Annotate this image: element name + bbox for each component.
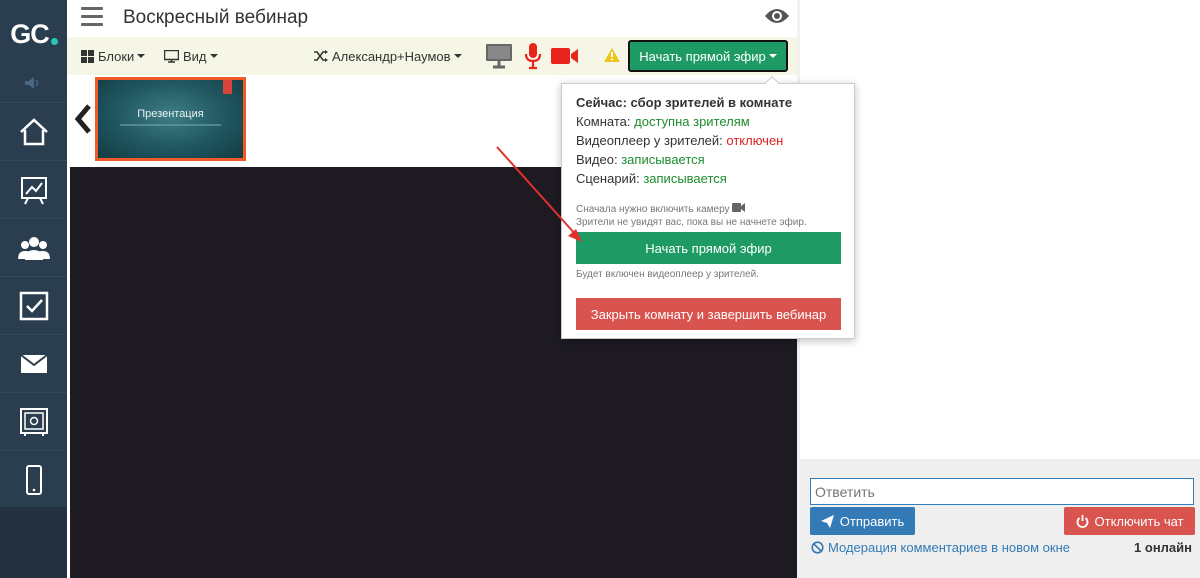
sidebar-item-safe[interactable] xyxy=(0,392,67,450)
slide-thumbnail[interactable]: Презентация xyxy=(95,77,246,161)
page-title: Воскресный вебинар xyxy=(123,7,309,28)
video-status-row: Видео: записывается xyxy=(576,152,705,167)
power-icon xyxy=(1076,514,1088,528)
header: Воскресный вебинар xyxy=(67,0,800,37)
warning-icon[interactable] xyxy=(603,47,621,63)
script-value: записывается xyxy=(643,171,727,186)
eye-icon[interactable] xyxy=(764,6,790,26)
chevron-down-icon xyxy=(137,54,146,58)
user-label: Александр+Наумов xyxy=(332,48,451,64)
sidebar-item-mobile[interactable] xyxy=(0,450,67,508)
logo-dot xyxy=(50,37,58,45)
camera-note-text: Сначала нужно включить камеру xyxy=(576,204,730,215)
users-icon xyxy=(17,236,50,260)
chart-icon xyxy=(20,176,47,204)
send-button[interactable]: Отправить xyxy=(810,507,915,535)
view-label: Вид xyxy=(183,48,207,64)
camera-icon[interactable] xyxy=(550,46,579,66)
sidebar-item-statistics[interactable] xyxy=(0,160,67,218)
ban-icon xyxy=(811,541,824,554)
player-value: отключен xyxy=(726,133,784,148)
reply-input[interactable] xyxy=(810,478,1194,505)
chevron-down-icon xyxy=(453,54,462,58)
chat-panel: Отправить Отключить чат Модерация коммен… xyxy=(800,0,1200,578)
screen-share-icon[interactable] xyxy=(485,43,513,69)
user-dropdown[interactable]: Александр+Наумов xyxy=(314,45,462,67)
moderation-link[interactable]: Модерация комментариев в новом окне xyxy=(811,540,1070,555)
player-status-row: Видеоплеер у зрителей: отключен xyxy=(576,133,783,148)
monitor-icon xyxy=(164,49,179,63)
script-status-row: Сценарий: записывается xyxy=(576,171,727,186)
home-icon xyxy=(19,117,48,145)
moderation-link-label: Модерация комментариев в новом окне xyxy=(828,540,1070,555)
go-live-dropdown-button[interactable]: Начать прямой эфир xyxy=(628,40,788,72)
room-label: Комната: xyxy=(576,114,631,129)
send-label: Отправить xyxy=(839,513,905,529)
room-status-row: Комната: доступна зрителям xyxy=(576,114,750,129)
sidebar: GC xyxy=(0,0,67,578)
player-note: Будет включен видеоплеер у зрителей. xyxy=(576,269,759,280)
video-camera-icon xyxy=(732,203,746,212)
close-room-button[interactable]: Закрыть комнату и завершить вебинар xyxy=(576,298,841,330)
video-value: записывается xyxy=(621,152,705,167)
slide-bookmark xyxy=(223,80,232,94)
sidebar-item-users[interactable] xyxy=(0,218,67,276)
go-live-label: Начать прямой эфир xyxy=(639,48,766,64)
speaker-icon[interactable] xyxy=(24,76,42,90)
shuffle-icon xyxy=(314,50,328,62)
sidebar-item-home[interactable] xyxy=(0,102,67,160)
safe-icon xyxy=(19,407,48,436)
go-live-popup: Сейчас: сбор зрителей в комнате Комната:… xyxy=(561,75,855,339)
mobile-icon xyxy=(25,464,42,495)
chevron-down-icon xyxy=(209,54,218,58)
checkbox-icon xyxy=(19,291,48,320)
player-label: Видеоплеер у зрителей: xyxy=(576,133,723,148)
disable-chat-label: Отключить чат xyxy=(1094,513,1184,529)
sidebar-item-messages[interactable] xyxy=(0,334,67,392)
chat-controls: Отправить Отключить чат Модерация коммен… xyxy=(800,459,1200,578)
send-icon xyxy=(820,514,834,528)
sidebar-footer xyxy=(0,507,67,578)
logo-text: GC xyxy=(10,18,49,49)
disable-chat-button[interactable]: Отключить чат xyxy=(1064,507,1195,535)
microphone-icon[interactable] xyxy=(524,42,542,70)
blocks-label: Блоки xyxy=(98,48,135,64)
camera-note: Сначала нужно включить камеру xyxy=(576,203,746,215)
online-count: 1 онлайн xyxy=(1134,540,1192,555)
view-dropdown[interactable]: Вид xyxy=(164,45,218,67)
toolbar: Блоки Вид Александр+Наумов Начать прямой… xyxy=(67,37,800,75)
script-label: Сценарий: xyxy=(576,171,640,186)
app-logo[interactable]: GC xyxy=(6,8,62,60)
chevron-left-icon[interactable] xyxy=(73,103,93,135)
go-live-button[interactable]: Начать прямой эфир xyxy=(576,232,841,264)
viewers-note: Зрители не увидят вас, пока вы не начнет… xyxy=(576,217,807,228)
sidebar-item-tasks[interactable] xyxy=(0,276,67,334)
room-value: доступна зрителям xyxy=(634,114,750,129)
slide-subtitle-line xyxy=(120,124,221,126)
slide-title: Презентация xyxy=(137,108,204,120)
grid-icon xyxy=(81,49,94,63)
chevron-down-icon xyxy=(768,54,777,58)
mail-icon xyxy=(19,353,48,373)
status-heading: Сейчас: сбор зрителей в комнате xyxy=(576,95,793,110)
video-label: Видео: xyxy=(576,152,618,167)
hamburger-menu-icon[interactable] xyxy=(81,7,103,27)
blocks-dropdown[interactable]: Блоки xyxy=(81,45,146,67)
